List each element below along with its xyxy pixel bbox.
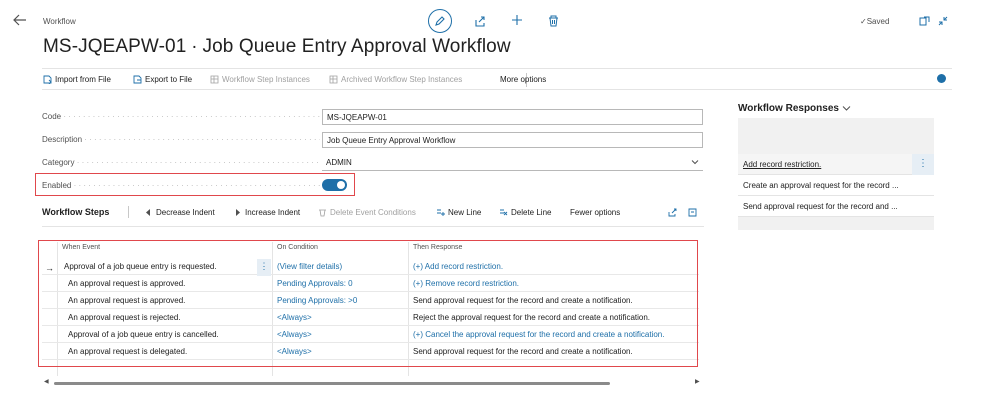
divider [42, 226, 704, 227]
plus-icon [512, 15, 522, 25]
table-icon [210, 75, 219, 84]
expand-list-button[interactable] [688, 208, 697, 217]
category-select[interactable]: ADMIN [322, 155, 703, 171]
code-field[interactable]: MS-JQEAPW-01 [322, 109, 703, 125]
table-highlight [38, 240, 698, 367]
delete-line-action[interactable]: Delete Line [499, 208, 551, 217]
delete-button[interactable] [545, 13, 561, 29]
info-icon[interactable] [937, 74, 946, 83]
delete-line-icon [500, 209, 508, 216]
trash-icon [319, 209, 326, 217]
breadcrumb: Workflow [43, 17, 76, 26]
archived-step-instances-action[interactable]: Archived Workflow Step Instances [329, 75, 462, 84]
chevron-down-icon [691, 160, 699, 165]
triangle-left-icon [146, 209, 150, 216]
table-icon [329, 75, 338, 84]
collapse-icon [938, 16, 948, 26]
workflow-responses-title[interactable]: Workflow Responses [738, 103, 851, 114]
import-from-file-action[interactable]: Import from File [43, 75, 111, 84]
description-field[interactable]: Job Queue Entry Approval Workflow [322, 132, 703, 148]
back-button[interactable] [9, 9, 31, 31]
export-file-icon [133, 75, 142, 84]
enabled-highlight [35, 173, 355, 196]
response-item[interactable]: Create an approval request for the recor… [738, 175, 934, 196]
category-label: Category [42, 158, 320, 167]
triangle-right-icon [236, 209, 240, 216]
delete-event-conditions-action[interactable]: Delete Event Conditions [318, 208, 416, 217]
workflow-step-instances-action[interactable]: Workflow Step Instances [210, 75, 310, 84]
more-options-action[interactable]: More options [500, 75, 546, 84]
new-button[interactable] [509, 12, 525, 28]
code-label: Code [42, 112, 320, 121]
popout-icon [919, 16, 929, 26]
saved-status: ✓Saved [860, 17, 890, 26]
horizontal-scrollbar[interactable] [54, 382, 610, 385]
toggle-knob [337, 181, 345, 189]
response-item-menu-button[interactable]: ⋮ [912, 154, 934, 175]
divider [128, 206, 129, 218]
import-file-icon [43, 75, 52, 84]
response-item[interactable]: Send approval request for the record and… [738, 196, 934, 217]
arrow-left-icon [13, 14, 26, 26]
share-button[interactable] [472, 13, 488, 29]
page-title: MS-JQEAPW-01 ∙ Job Queue Entry Approval … [43, 36, 511, 57]
scroll-right-icon[interactable]: ▶ [695, 378, 700, 385]
increase-indent-action[interactable]: Increase Indent [233, 208, 300, 217]
pencil-icon [435, 16, 445, 26]
action-bar: Import from File Export to File Workflow… [42, 68, 952, 90]
expand-icon [688, 208, 697, 217]
open-new-window-button[interactable] [917, 14, 931, 28]
workflow-steps-title: Workflow Steps [42, 207, 110, 217]
edit-button[interactable] [428, 9, 452, 33]
response-item[interactable]: Add record restriction. [738, 154, 934, 175]
trash-icon [548, 15, 558, 27]
share-icon [668, 208, 677, 217]
share-list-button[interactable] [668, 208, 677, 217]
description-label: Description [42, 135, 320, 144]
share-icon [475, 16, 485, 27]
new-line-action[interactable]: New Line [436, 208, 481, 217]
export-to-file-action[interactable]: Export to File [133, 75, 192, 84]
chevron-down-icon [842, 106, 851, 111]
new-line-icon [437, 209, 445, 216]
decrease-indent-action[interactable]: Decrease Indent [144, 208, 215, 217]
fewer-options-action[interactable]: Fewer options [570, 208, 620, 217]
scroll-left-icon[interactable]: ◀ [44, 378, 49, 385]
collapse-button[interactable] [936, 14, 950, 28]
